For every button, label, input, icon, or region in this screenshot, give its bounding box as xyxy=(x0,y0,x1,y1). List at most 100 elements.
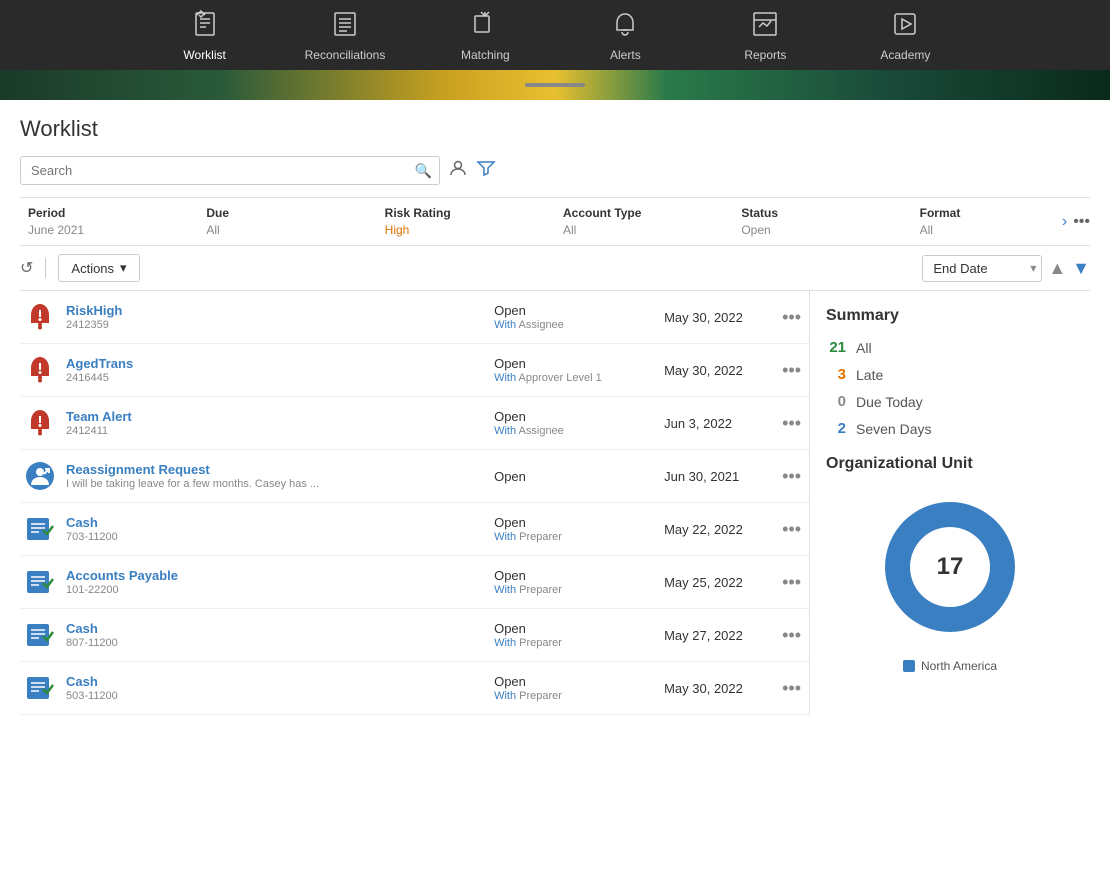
sort-ascending-button[interactable]: ▲ xyxy=(1048,258,1066,279)
item-status: Open With Approver Level 1 xyxy=(494,356,654,384)
summary-row-all[interactable]: 21 All xyxy=(826,339,1074,356)
nav-matching[interactable]: Matching xyxy=(445,10,525,62)
filter-format-label: Format xyxy=(920,206,1082,220)
user-filter-icon[interactable] xyxy=(448,158,468,183)
item-date: May 27, 2022 xyxy=(664,628,764,643)
filter-ellipsis-icon[interactable]: ••• xyxy=(1073,213,1090,231)
donut-chart: 17 xyxy=(870,487,1030,647)
item-more-button[interactable]: ••• xyxy=(774,413,809,434)
item-more-button[interactable]: ••• xyxy=(774,466,809,487)
item-more-button[interactable]: ••• xyxy=(774,307,809,328)
list-item[interactable]: Accounts Payable 101-22200 Open With Pre… xyxy=(20,556,809,609)
filter-status[interactable]: Status Open xyxy=(733,202,911,241)
item-more-button[interactable]: ••• xyxy=(774,360,809,381)
filter-risk[interactable]: Risk Rating High xyxy=(377,202,555,241)
top-navigation: Worklist Reconciliations xyxy=(0,0,1110,70)
search-input[interactable] xyxy=(20,156,440,185)
item-more-button[interactable]: ••• xyxy=(774,519,809,540)
nav-reconciliations[interactable]: Reconciliations xyxy=(305,10,386,62)
item-more-button[interactable]: ••• xyxy=(774,572,809,593)
item-name: Team Alert xyxy=(66,409,484,424)
alert-icon xyxy=(24,407,56,439)
filter-period-label: Period xyxy=(28,206,190,220)
item-status: Open With Preparer xyxy=(494,621,654,649)
item-more-button[interactable]: ••• xyxy=(774,678,809,699)
nav-worklist[interactable]: Worklist xyxy=(165,10,245,62)
item-description: I will be taking leave for a few months.… xyxy=(66,478,484,490)
filter-account-type-label: Account Type xyxy=(563,206,725,220)
sort-descending-button[interactable]: ▼ xyxy=(1072,258,1090,279)
filter-expand-icon[interactable]: › xyxy=(1062,213,1067,231)
item-date: Jun 30, 2021 xyxy=(664,469,764,484)
item-date: May 22, 2022 xyxy=(664,522,764,537)
summary-label-all: All xyxy=(856,340,872,356)
list-item[interactable]: Cash 503-11200 Open With Preparer May 30… xyxy=(20,662,809,715)
list-item[interactable]: Reassignment Request I will be taking le… xyxy=(20,450,809,503)
filter-icon[interactable] xyxy=(476,158,496,183)
filter-more: › ••• xyxy=(1062,213,1090,231)
nav-worklist-label: Worklist xyxy=(183,48,225,62)
list-item[interactable]: AgedTrans 2416445 Open With Approver Lev… xyxy=(20,344,809,397)
item-id: 2416445 xyxy=(66,372,484,384)
item-details: Reassignment Request I will be taking le… xyxy=(66,462,484,490)
actions-button-label: Actions xyxy=(71,261,114,276)
filter-due[interactable]: Due All xyxy=(198,202,376,241)
search-bar: 🔍 xyxy=(20,156,1090,185)
item-status: Open With Preparer xyxy=(494,568,654,596)
list-item[interactable]: Team Alert 2412411 Open With Assignee Ju… xyxy=(20,397,809,450)
nav-alerts-label: Alerts xyxy=(610,48,641,62)
item-status: Open With Preparer xyxy=(494,674,654,702)
account-icon xyxy=(24,672,56,704)
org-unit-title: Organizational Unit xyxy=(826,455,1074,473)
filter-format-value: All xyxy=(920,223,933,237)
item-details: Cash 503-11200 xyxy=(66,674,484,702)
worklist-panel: RiskHigh 2412359 Open With Assignee May … xyxy=(20,291,810,715)
sort-select[interactable]: End Date Start Date Name Risk Rating xyxy=(922,255,1042,282)
item-date: Jun 3, 2022 xyxy=(664,416,764,431)
filter-account-type[interactable]: Account Type All xyxy=(555,202,733,241)
account-icon xyxy=(24,566,56,598)
item-id: 2412359 xyxy=(66,319,484,331)
summary-row-late[interactable]: 3 Late xyxy=(826,366,1074,383)
legend-label: North America xyxy=(921,659,997,673)
summary-label-due-today: Due Today xyxy=(856,394,923,410)
banner-handle[interactable] xyxy=(525,83,585,87)
search-icon: 🔍 xyxy=(415,162,432,179)
list-item[interactable]: Cash 703-11200 Open With Preparer May 22… xyxy=(20,503,809,556)
item-status: Open xyxy=(494,469,654,484)
list-item[interactable]: RiskHigh 2412359 Open With Assignee May … xyxy=(20,291,809,344)
divider xyxy=(45,258,46,278)
item-id: 807-11200 xyxy=(66,637,484,649)
summary-row-seven-days[interactable]: 2 Seven Days xyxy=(826,420,1074,437)
item-details: Team Alert 2412411 xyxy=(66,409,484,437)
nav-academy[interactable]: Academy xyxy=(865,10,945,62)
filter-account-type-value: All xyxy=(563,223,576,237)
actions-button[interactable]: Actions ▾ xyxy=(58,254,139,282)
item-name: Accounts Payable xyxy=(66,568,484,583)
item-name: AgedTrans xyxy=(66,356,484,371)
donut-chart-wrap: 17 North America xyxy=(826,487,1074,673)
item-name: Cash xyxy=(66,674,484,689)
item-name: Cash xyxy=(66,515,484,530)
account-icon xyxy=(24,513,56,545)
item-id: 703-11200 xyxy=(66,531,484,543)
reassignment-icon xyxy=(24,460,56,492)
nav-reports[interactable]: Reports xyxy=(725,10,805,62)
list-item[interactable]: Cash 807-11200 Open With Preparer May 27… xyxy=(20,609,809,662)
summary-row-due-today[interactable]: 0 Due Today xyxy=(826,393,1074,410)
actions-right: End Date Start Date Name Risk Rating ▾ ▲… xyxy=(922,255,1090,282)
item-more-button[interactable]: ••• xyxy=(774,625,809,646)
item-date: May 30, 2022 xyxy=(664,310,764,325)
nav-alerts[interactable]: Alerts xyxy=(585,10,665,62)
summary-title: Summary xyxy=(826,307,1074,325)
summary-count-due-today: 0 xyxy=(826,393,846,410)
refresh-button[interactable]: ↺ xyxy=(20,258,33,278)
alerts-icon xyxy=(611,10,639,42)
filter-period[interactable]: Period June 2021 xyxy=(20,202,198,241)
filter-due-label: Due xyxy=(206,206,368,220)
filter-status-value: Open xyxy=(741,223,770,237)
summary-panel: Summary 21 All 3 Late 0 Due Today 2 Seve… xyxy=(810,291,1090,715)
nav-reports-label: Reports xyxy=(744,48,786,62)
reports-icon xyxy=(751,10,779,42)
worklist-icon xyxy=(191,10,219,42)
